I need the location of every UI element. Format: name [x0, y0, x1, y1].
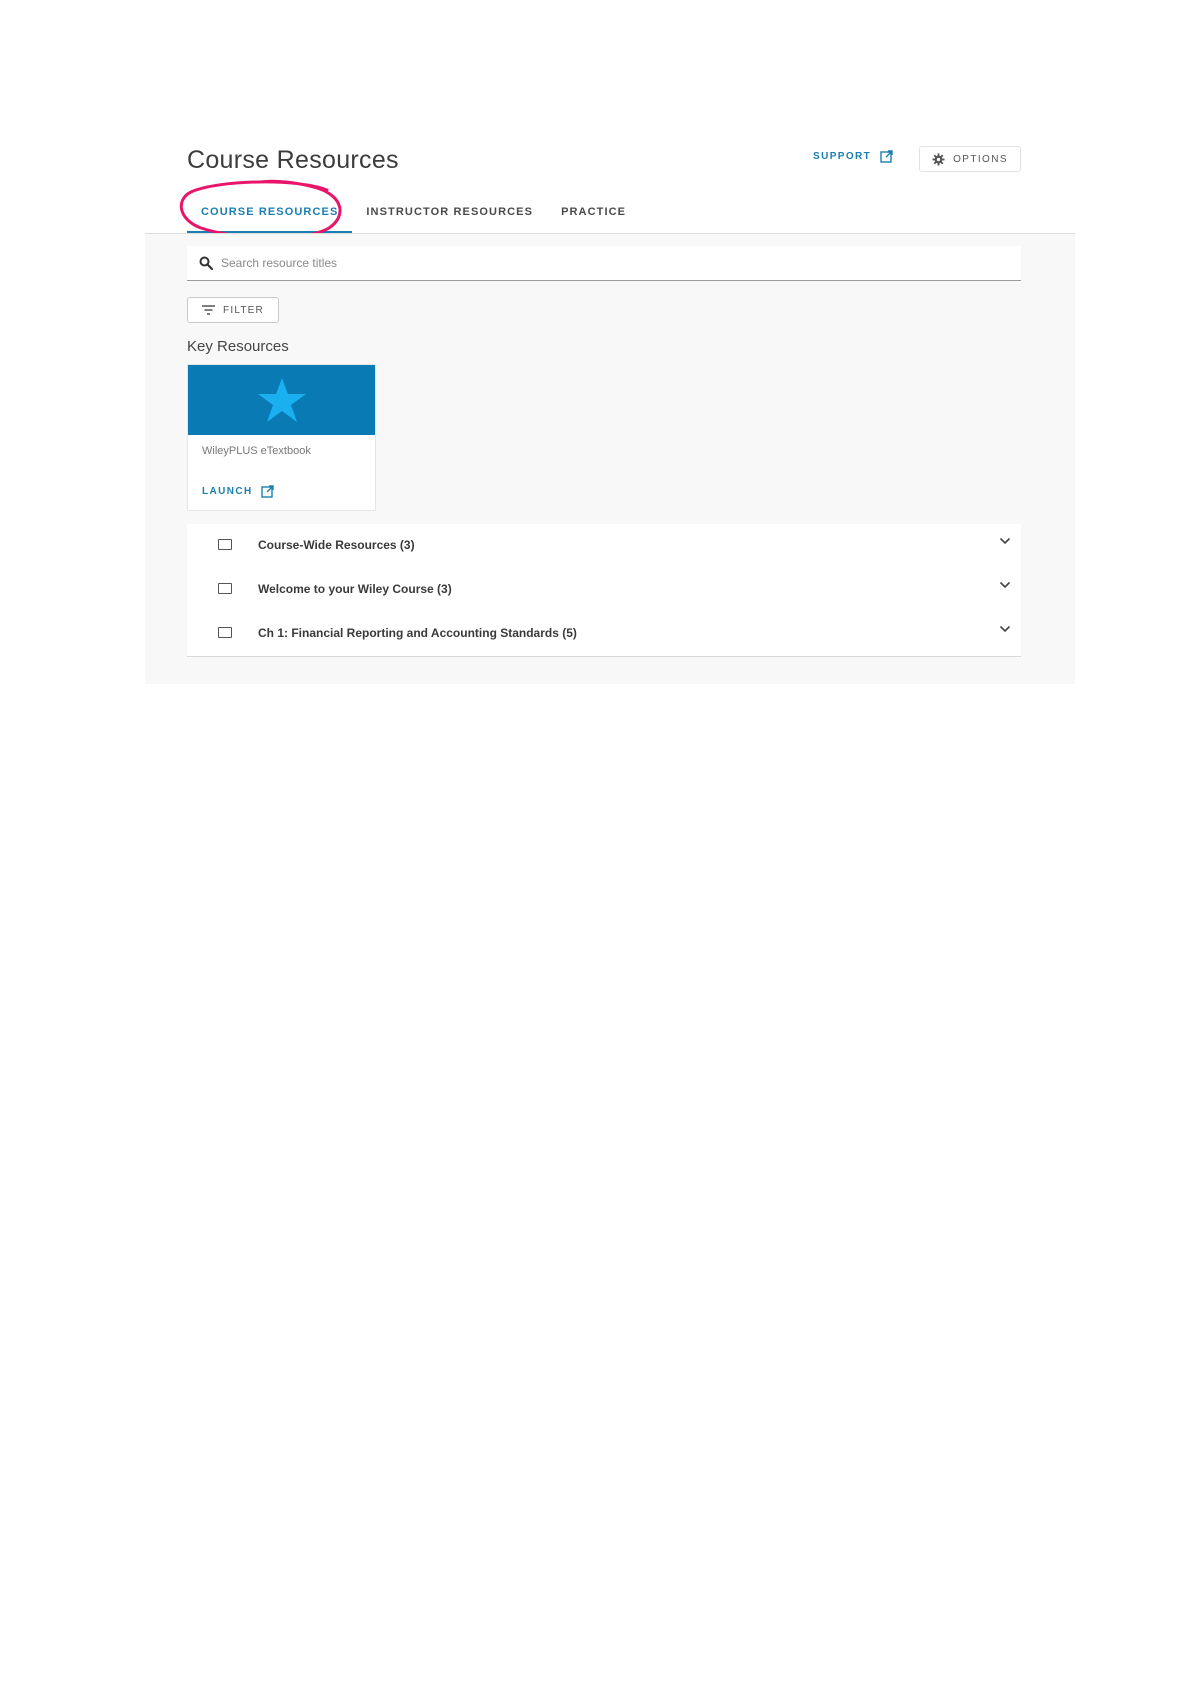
list-item[interactable]: Welcome to your Wiley Course (3): [187, 568, 1021, 612]
resource-card-etextbook: WileyPLUS eTextbook LAUNCH: [187, 364, 376, 511]
card-title: WileyPLUS eTextbook: [202, 445, 311, 457]
filter-button[interactable]: FILTER: [187, 297, 279, 323]
checkbox[interactable]: [218, 627, 232, 638]
gear-icon: [932, 152, 945, 166]
filter-label: FILTER: [223, 304, 264, 316]
external-link-icon: [260, 485, 274, 498]
support-label: SUPPORT: [813, 151, 872, 162]
tab-practice[interactable]: PRACTICE: [547, 194, 640, 234]
list-item-label: Course-Wide Resources (3): [258, 538, 415, 552]
key-resources-heading: Key Resources: [187, 338, 289, 355]
external-link-icon: [880, 150, 893, 163]
search-input[interactable]: [219, 255, 1003, 271]
resource-list: Course-Wide Resources (3) Welcome to you…: [187, 524, 1021, 657]
search-bar: [187, 246, 1021, 281]
chevron-down-icon[interactable]: [999, 625, 1011, 633]
chevron-down-icon[interactable]: [999, 581, 1011, 589]
options-button[interactable]: OPTIONS: [919, 146, 1021, 172]
chevron-down-icon[interactable]: [999, 537, 1011, 545]
page: Course Resources SUPPORT OPTIONS COURSE …: [0, 0, 1200, 1696]
resources-content: FILTER Key Resources WileyPLUS eTextbook…: [145, 234, 1075, 684]
launch-label: LAUNCH: [202, 486, 253, 497]
tab-course-resources[interactable]: COURSE RESOURCES: [187, 194, 353, 234]
tab-bar: COURSE RESOURCES INSTRUCTOR RESOURCES PR…: [187, 194, 640, 234]
screenshot-frame: Course Resources SUPPORT OPTIONS COURSE …: [145, 120, 1075, 684]
options-label: OPTIONS: [953, 153, 1008, 165]
checkbox[interactable]: [218, 583, 232, 594]
list-item-label: Ch 1: Financial Reporting and Accounting…: [258, 626, 577, 640]
list-item[interactable]: Ch 1: Financial Reporting and Accounting…: [187, 612, 1021, 656]
star-icon: [257, 378, 306, 422]
list-item[interactable]: Course-Wide Resources (3): [187, 524, 1021, 568]
list-item-label: Welcome to your Wiley Course (3): [258, 582, 452, 596]
filter-icon: [202, 305, 216, 315]
card-banner: [188, 365, 375, 435]
support-link[interactable]: SUPPORT: [813, 150, 893, 163]
tab-instructor-resources[interactable]: INSTRUCTOR RESOURCES: [352, 194, 547, 234]
checkbox[interactable]: [218, 539, 232, 550]
launch-link[interactable]: LAUNCH: [202, 485, 274, 498]
search-icon: [199, 256, 213, 270]
page-title: Course Resources: [187, 146, 399, 174]
